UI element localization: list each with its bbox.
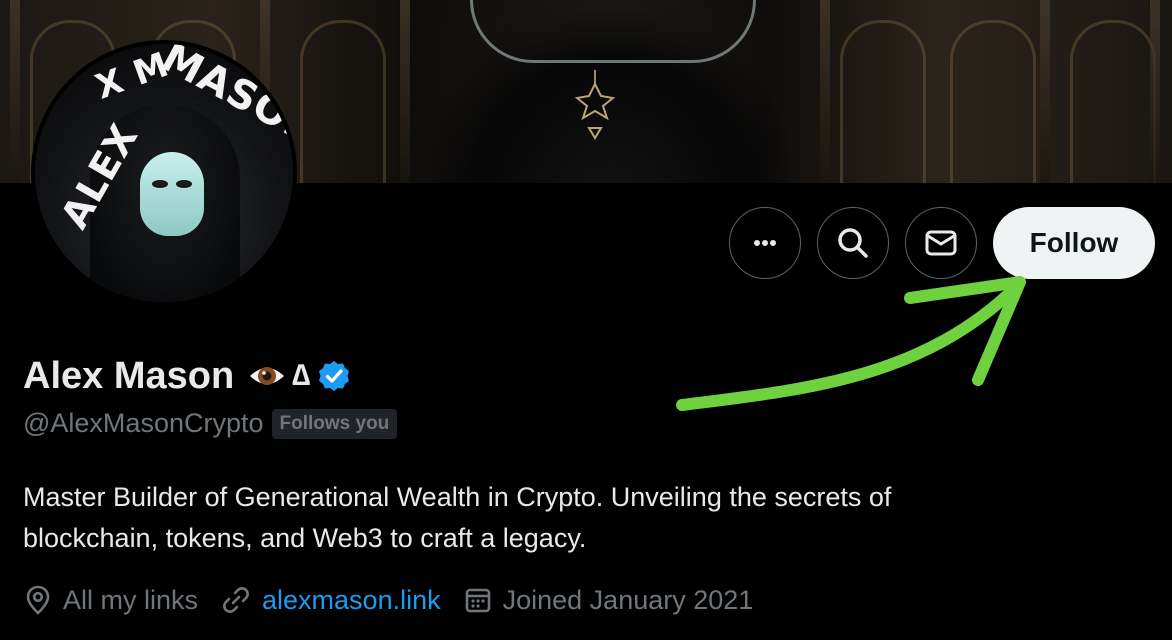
profile-name-row: Alex Mason ∆	[23, 352, 351, 400]
eye-emoji-icon	[250, 367, 285, 385]
link-icon	[223, 587, 249, 613]
website-item[interactable]: alexmason.link	[220, 584, 441, 616]
location-item: All my links	[23, 584, 198, 616]
name-symbol: ∆	[292, 359, 311, 392]
more-horizontal-icon	[754, 240, 776, 246]
search-button[interactable]	[817, 207, 889, 279]
avatar[interactable]: MASON ALEX X M	[31, 40, 297, 306]
annotation-arrow-icon	[676, 276, 1026, 411]
pendant-icon	[575, 70, 615, 140]
location-pin-icon	[26, 585, 50, 615]
follow-button[interactable]: Follow	[993, 207, 1155, 279]
profile-meta: All my links alexmason.link Joined Janua…	[23, 580, 775, 620]
website-link[interactable]: alexmason.link	[262, 585, 441, 616]
profile-bio: Master Builder of Generational Wealth in…	[23, 477, 1123, 559]
joined-item: Joined January 2021	[463, 584, 754, 616]
verified-badge-icon[interactable]	[317, 359, 351, 393]
avatar-text: X M	[90, 44, 175, 108]
profile-handle: @AlexMasonCrypto	[23, 408, 264, 438]
message-button[interactable]	[905, 207, 977, 279]
profile-name: Alex Mason	[23, 354, 235, 397]
location-text: All my links	[63, 584, 199, 615]
search-icon	[838, 228, 868, 258]
handle-row: @AlexMasonCrypto Follows you	[23, 408, 398, 439]
follows-you-badge: Follows you	[271, 408, 398, 439]
calendar-icon	[465, 588, 490, 613]
joined-text: Joined January 2021	[502, 584, 754, 615]
more-button[interactable]	[729, 207, 801, 279]
envelope-icon	[925, 230, 957, 256]
bio-line: blockchain, tokens, and Web3 to craft a …	[23, 523, 587, 553]
bio-line: Master Builder of Generational Wealth in…	[23, 482, 892, 512]
